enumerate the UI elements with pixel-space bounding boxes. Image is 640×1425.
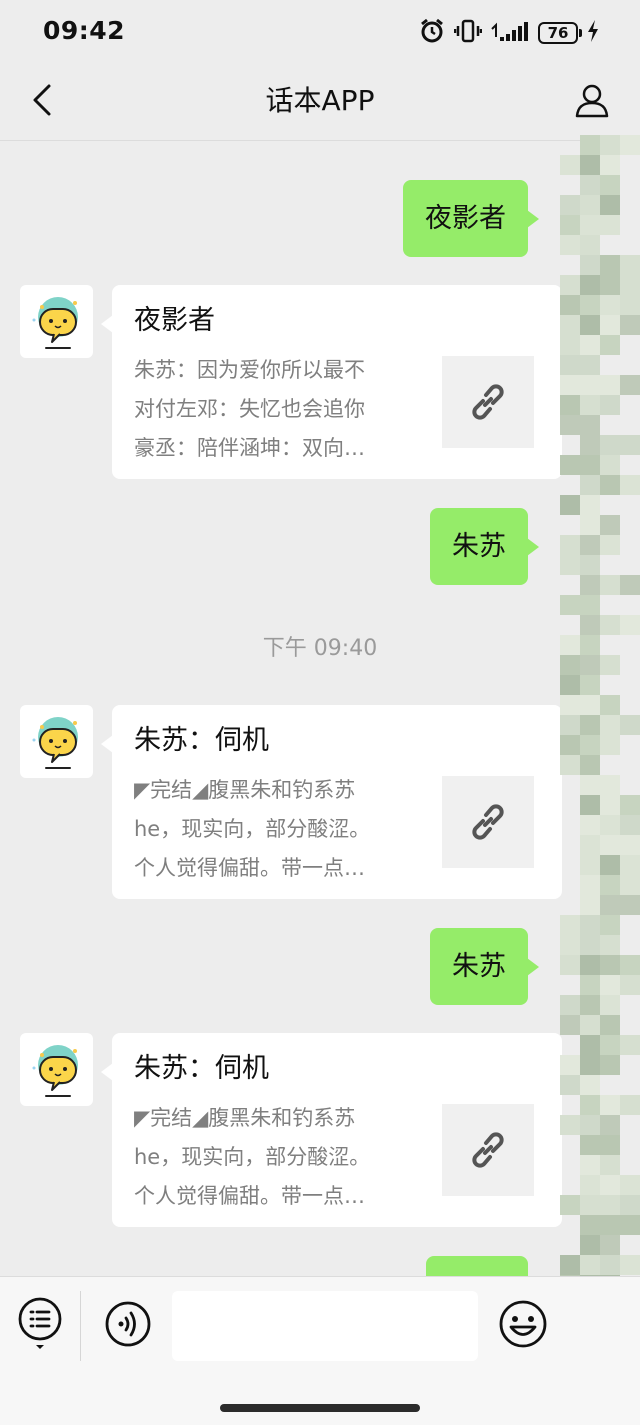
menu-icon (18, 1297, 62, 1349)
link-card[interactable]: 朱苏：伺机 ◤完结◢腹黑朱和钓系苏 he，现实向，部分酸涩。 个人觉得偏甜。带一… (101, 1033, 562, 1227)
card-desc-line: 对付左邓：失忆也会追你 (134, 397, 365, 421)
bot-avatar-icon (32, 1045, 78, 1097)
emoji-icon (499, 1300, 547, 1348)
card-desc-line: ◤完结◢腹黑朱和钓系苏 (134, 1106, 356, 1130)
avatar[interactable] (20, 285, 93, 358)
link-icon (472, 384, 504, 420)
menu-button[interactable] (15, 1297, 65, 1349)
status-icons: 76 (418, 18, 600, 48)
chat-info-button[interactable] (572, 80, 612, 124)
voice-button[interactable] (103, 1299, 153, 1349)
card-thumbnail (442, 776, 534, 868)
card-title: 朱苏：伺机 (134, 725, 269, 756)
link-card[interactable]: 朱苏：伺机 ◤完结◢腹黑朱和钓系苏 he，现实向，部分酸涩。 个人觉得偏甜。带一… (101, 705, 562, 899)
card-desc-line: he，现实向，部分酸涩。 (134, 1145, 371, 1169)
card-title: 夜影者 (134, 305, 215, 336)
avatar[interactable] (20, 705, 93, 778)
chat-header: 话本APP (0, 66, 640, 141)
alarm-icon (418, 17, 446, 49)
card-desc-line: 个人觉得偏甜。带一点… (134, 856, 365, 880)
card-desc-line: he，现实向，部分酸涩。 (134, 817, 371, 841)
link-card[interactable]: 夜影者 朱苏：因为爱你所以最不 对付左邓：失忆也会追你 豪丞：陪伴涵坤：双向… (101, 285, 562, 479)
charging-icon (586, 19, 600, 47)
outgoing-message[interactable]: 朱苏 (430, 928, 539, 1005)
status-time: 09:42 (43, 16, 126, 45)
avatar[interactable] (20, 1033, 93, 1106)
vibrate-icon (453, 17, 483, 49)
home-indicator[interactable] (220, 1404, 420, 1412)
voice-icon (105, 1301, 151, 1347)
message-input[interactable] (172, 1291, 478, 1361)
card-description: ◤完结◢腹黑朱和钓系苏 he，现实向，部分酸涩。 个人觉得偏甜。带一点… (134, 1099, 412, 1216)
bot-avatar-icon (32, 297, 78, 349)
card-title: 朱苏：伺机 (134, 1053, 269, 1084)
battery-indicator: 76 (538, 22, 582, 44)
outgoing-message[interactable]: 朱苏 (430, 508, 539, 585)
input-bar (0, 1276, 640, 1425)
card-desc-line: 豪丞：陪伴涵坤：双向… (134, 436, 365, 460)
link-icon (472, 804, 504, 840)
outgoing-message[interactable]: 夜影者 (403, 180, 539, 257)
card-desc-line: ◤完结◢腹黑朱和钓系苏 (134, 778, 356, 802)
profile-icon (574, 82, 610, 122)
emoji-button[interactable] (498, 1299, 548, 1349)
signal-icon (490, 19, 530, 47)
card-thumbnail (442, 356, 534, 448)
message-timestamp: 下午 09:40 (262, 636, 378, 661)
card-desc-line: 个人觉得偏甜。带一点… (134, 1184, 365, 1208)
status-bar: 09:42 76 (0, 0, 640, 66)
card-desc-line: 朱苏：因为爱你所以最不 (134, 358, 365, 382)
link-icon (472, 1132, 504, 1168)
battery-level: 76 (547, 24, 569, 42)
card-description: 朱苏：因为爱你所以最不 对付左邓：失忆也会追你 豪丞：陪伴涵坤：双向… (134, 351, 412, 468)
page-title: 话本APP (265, 84, 375, 117)
card-description: ◤完结◢腹黑朱和钓系苏 he，现实向，部分酸涩。 个人觉得偏甜。带一点… (134, 771, 412, 888)
divider (80, 1291, 81, 1361)
card-thumbnail (442, 1104, 534, 1196)
bot-avatar-icon (32, 717, 78, 769)
